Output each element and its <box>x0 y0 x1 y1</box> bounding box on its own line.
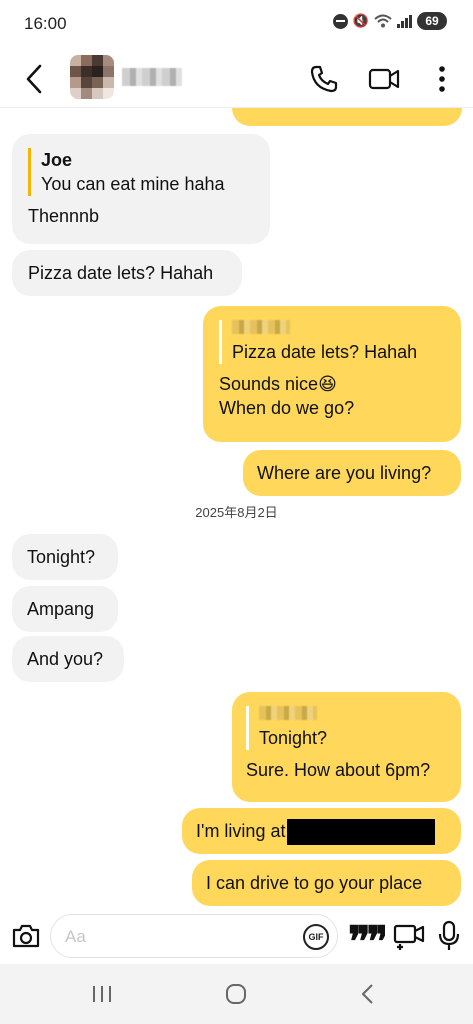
message-text: Pizza date lets? Hahah <box>28 263 214 283</box>
reply-quote: Pizza date lets? Hahah <box>219 320 445 364</box>
redacted-address <box>287 819 436 846</box>
reply-quote-name-redacted <box>232 320 290 334</box>
message-bubble-partial[interactable] <box>232 108 462 126</box>
system-nav-bar <box>0 964 473 1024</box>
message-text: Tonight? <box>27 547 96 567</box>
quote-icon[interactable]: ❞❞ <box>348 922 385 952</box>
status-bar: 16:00 🔇 69 <box>0 0 473 50</box>
message-text: Sure. How about 6pm? <box>246 760 431 780</box>
message-bubble-incoming[interactable]: Ampang <box>12 586 118 632</box>
more-vertical-icon[interactable] <box>422 60 462 98</box>
chat-header <box>0 50 473 108</box>
composer-bar: GIF ❞❞ <box>0 908 473 964</box>
message-bubble-outgoing[interactable]: Where are you living? <box>243 450 461 496</box>
message-input[interactable] <box>65 925 285 949</box>
reply-quote-text: You can eat mine haha <box>41 174 225 194</box>
reply-quote-name: Joe <box>41 150 73 170</box>
message-input-container[interactable]: GIF <box>50 914 338 958</box>
reply-quote: Joe You can eat mine haha <box>28 148 254 196</box>
message-bubble-incoming[interactable]: Pizza date lets? Hahah <box>12 250 242 296</box>
battery-indicator: 69 <box>417 12 447 30</box>
message-bubble-outgoing[interactable]: I can drive to go your place <box>192 860 461 906</box>
reply-quote: Tonight? <box>246 706 447 750</box>
reply-quote-text: Pizza date lets? Hahah <box>232 342 418 362</box>
nav-back-icon[interactable] <box>346 978 390 1010</box>
wifi-icon <box>374 14 392 28</box>
camera-icon[interactable] <box>8 918 44 954</box>
avatar[interactable] <box>70 55 114 99</box>
message-text-line2: When do we go? <box>219 398 355 418</box>
message-text: I can drive to go your place <box>206 873 423 893</box>
message-bubble-outgoing[interactable]: Tonight? Sure. How about 6pm? <box>232 692 461 802</box>
message-text-line1: Sounds nice😆 <box>219 374 337 394</box>
contact-name-redacted[interactable] <box>122 68 182 86</box>
reply-quote-name-redacted <box>259 706 317 720</box>
message-bubble-incoming[interactable]: Joe You can eat mine haha Thennnb <box>12 134 270 244</box>
message-text: I'm living at <box>196 821 286 841</box>
message-bubble-outgoing[interactable]: Pizza date lets? Hahah Sounds nice😆 When… <box>203 306 461 442</box>
home-icon[interactable] <box>214 978 258 1010</box>
message-list[interactable]: Joe You can eat mine haha Thennnb Pizza … <box>0 108 473 908</box>
status-icons: 🔇 69 <box>332 12 447 30</box>
message-bubble-incoming[interactable]: And you? <box>12 636 124 682</box>
microphone-icon[interactable] <box>434 918 464 954</box>
back-icon[interactable] <box>20 62 50 96</box>
gif-icon[interactable]: GIF <box>303 924 329 950</box>
dnd-icon <box>332 13 348 29</box>
status-time: 16:00 <box>24 14 67 33</box>
phone-icon[interactable] <box>304 60 344 98</box>
date-separator: 2025年8月2日 <box>195 505 278 520</box>
signal-icon <box>397 14 412 28</box>
message-text: Where are you living? <box>257 463 432 483</box>
message-text: Thennnb <box>28 206 100 226</box>
reply-quote-text: Tonight? <box>259 728 328 748</box>
message-bubble-incoming[interactable]: Tonight? <box>12 534 118 580</box>
message-text: And you? <box>27 649 104 669</box>
video-camera-icon[interactable] <box>364 60 404 98</box>
recents-icon[interactable] <box>80 978 124 1010</box>
message-text: Ampang <box>27 599 95 619</box>
mute-icon: 🔇 <box>352 13 369 28</box>
message-bubble-outgoing[interactable]: I'm living at <box>182 808 461 854</box>
video-message-icon[interactable] <box>392 920 426 952</box>
